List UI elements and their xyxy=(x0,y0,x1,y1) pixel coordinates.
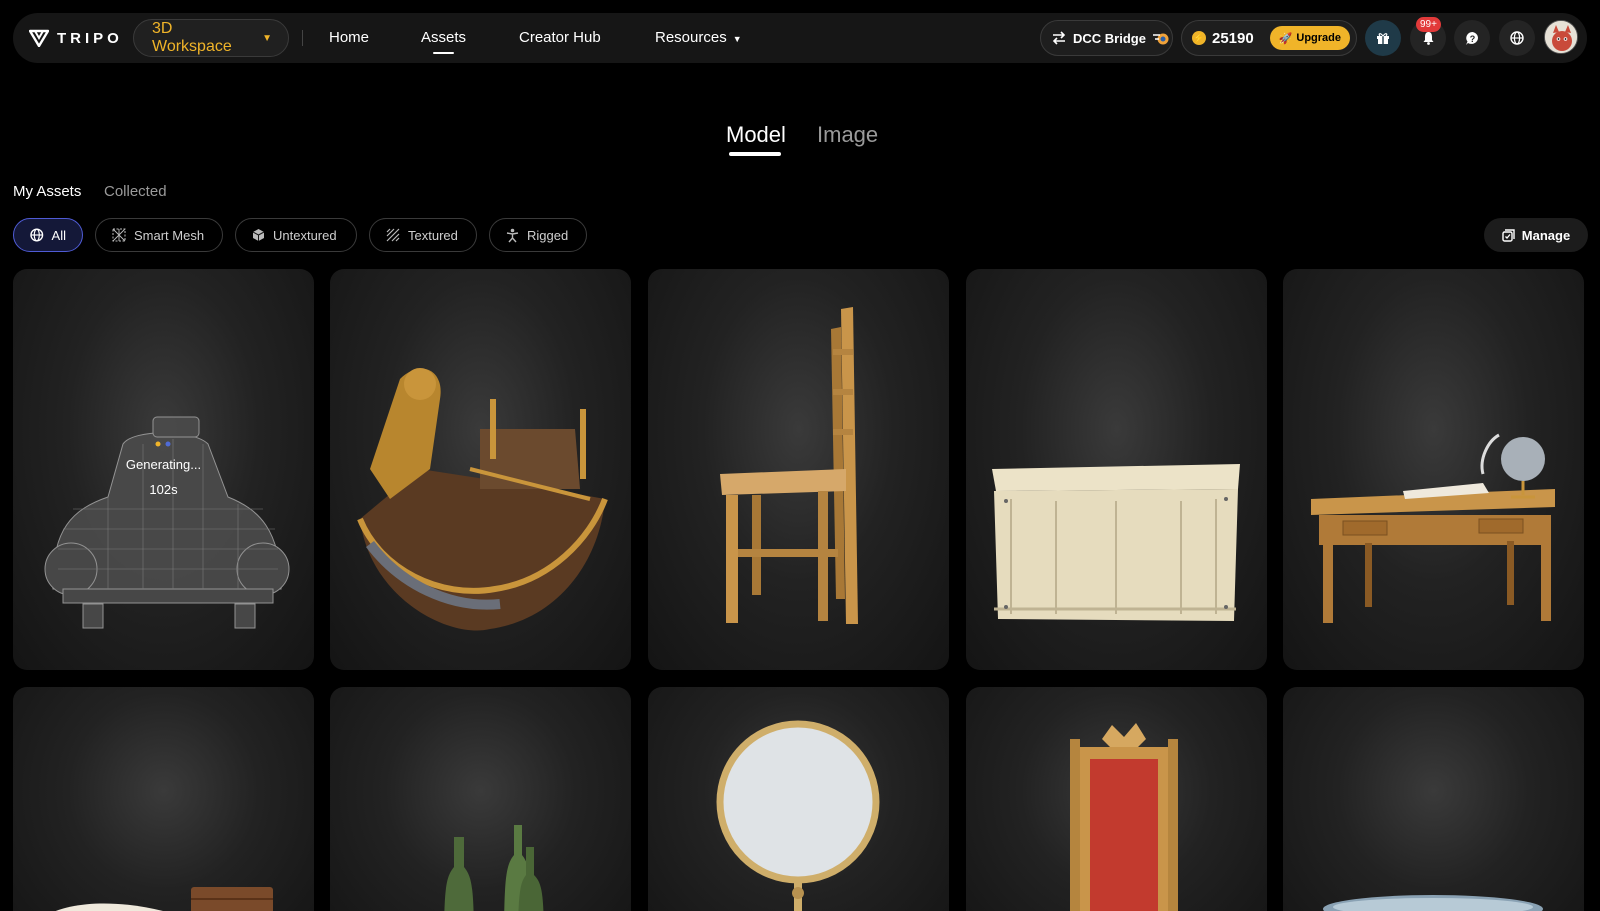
hatch-icon xyxy=(386,228,400,242)
logo-text: TRIPO xyxy=(57,29,123,47)
bell-icon xyxy=(1423,32,1433,45)
cube-icon xyxy=(252,229,265,241)
filter-textured[interactable]: Textured xyxy=(369,218,477,252)
nav-resources-label: Resources xyxy=(655,29,727,46)
bottles-image xyxy=(444,825,544,911)
boat-image xyxy=(357,368,608,631)
credit-balance: 25190 xyxy=(1212,29,1254,47)
dcc-bridge-label: DCC Bridge xyxy=(1073,30,1146,46)
filter-smart-mesh-label: Smart Mesh xyxy=(134,227,205,243)
nav-resources[interactable]: Resources ▼ xyxy=(655,29,742,46)
help-button[interactable]: ? xyxy=(1454,20,1490,56)
dcc-bridge-button[interactable]: DCC Bridge xyxy=(1040,20,1173,56)
mesh-icon xyxy=(112,228,126,242)
throne-image xyxy=(1070,723,1178,911)
filter-all[interactable]: All xyxy=(13,218,83,252)
top-bar: TRIPO 3D Workspace ▼ Home Assets Creator… xyxy=(13,13,1587,63)
filter-textured-label: Textured xyxy=(408,227,458,243)
asset-card[interactable] xyxy=(1283,269,1584,670)
avatar[interactable] xyxy=(1544,20,1578,54)
credits-pill: ⚡ 25190 🚀 Upgrade xyxy=(1181,20,1357,56)
asset-card[interactable] xyxy=(13,687,314,911)
filter-untextured-label: Untextured xyxy=(273,227,337,243)
crate-image xyxy=(992,464,1240,621)
language-button[interactable] xyxy=(1499,20,1535,56)
figure-icon xyxy=(506,228,519,242)
logo[interactable]: TRIPO xyxy=(29,29,123,47)
caret-down-icon: ▼ xyxy=(732,34,742,44)
coin-icon: ⚡ xyxy=(1192,31,1206,45)
nav-assets[interactable]: Assets xyxy=(421,29,466,54)
asset-card[interactable] xyxy=(966,687,1267,911)
manage-icon xyxy=(1502,228,1515,242)
upgrade-button[interactable]: 🚀 Upgrade xyxy=(1269,26,1350,50)
divider xyxy=(302,30,303,46)
filter-rigged[interactable]: Rigged xyxy=(489,218,587,252)
upgrade-label: Upgrade xyxy=(1296,32,1341,44)
book-chest-image xyxy=(55,887,273,911)
basin-image xyxy=(1323,895,1543,911)
manage-button[interactable]: Manage xyxy=(1484,218,1588,252)
generating-timer: 102s xyxy=(149,482,178,497)
globe-icon xyxy=(30,228,44,242)
tab-image[interactable]: Image xyxy=(817,122,878,148)
asset-card[interactable]: Generating... 102s xyxy=(13,269,314,670)
manage-label: Manage xyxy=(1521,227,1571,243)
notification-badge: 99+ xyxy=(1416,17,1441,32)
filter-all-label: All xyxy=(51,227,66,243)
gift-button[interactable] xyxy=(1365,20,1401,56)
gift-icon xyxy=(1377,33,1389,44)
desk-image xyxy=(1311,433,1555,623)
nav-creator-hub[interactable]: Creator Hub xyxy=(519,29,601,46)
asset-card[interactable] xyxy=(330,269,631,670)
svg-text:?: ? xyxy=(1469,34,1475,44)
tripo-logo-icon xyxy=(29,29,49,47)
active-tab-indicator xyxy=(729,152,781,156)
asset-card[interactable] xyxy=(966,269,1267,670)
mirror-image xyxy=(716,720,880,911)
nav-home[interactable]: Home xyxy=(329,29,369,46)
filter-untextured[interactable]: Untextured xyxy=(235,218,357,252)
generating-status: Generating... xyxy=(125,457,202,472)
blender-icon xyxy=(1152,33,1169,45)
asset-card[interactable] xyxy=(648,269,949,670)
rocket-icon: 🚀 xyxy=(1278,32,1293,45)
help-icon: ? xyxy=(1465,31,1478,45)
workspace-label: 3D Workspace xyxy=(152,20,232,55)
globe-icon xyxy=(1510,31,1524,45)
tab-my-assets[interactable]: My Assets xyxy=(13,183,81,200)
asset-card[interactable] xyxy=(330,687,631,911)
tab-model[interactable]: Model xyxy=(726,122,786,148)
filter-smart-mesh[interactable]: Smart Mesh xyxy=(95,218,223,252)
filter-rigged-label: Rigged xyxy=(527,227,569,243)
chair-image xyxy=(720,307,858,624)
caret-down-icon: ▼ xyxy=(262,32,272,44)
tab-collected[interactable]: Collected xyxy=(104,183,167,200)
asset-card[interactable] xyxy=(1283,687,1584,911)
transfer-icon xyxy=(1052,31,1066,45)
asset-card[interactable] xyxy=(648,687,949,911)
workspace-dropdown[interactable]: 3D Workspace ▼ xyxy=(133,19,289,57)
